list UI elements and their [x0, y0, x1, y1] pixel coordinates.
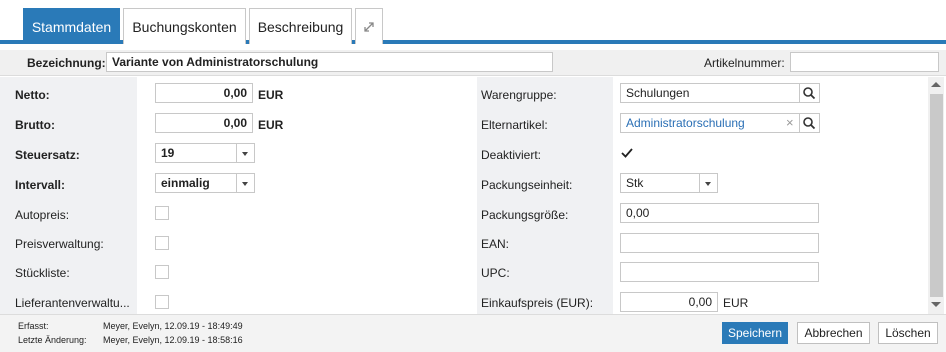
expand-button[interactable] — [355, 8, 383, 44]
tab-label: Stammdaten — [31, 18, 112, 35]
chevron-down-icon[interactable] — [237, 173, 255, 193]
brutto-unit: EUR — [258, 118, 284, 132]
ean-input[interactable] — [620, 233, 819, 253]
bezeichnung-row: Bezeichnung: Variante von Administrators… — [0, 50, 946, 76]
bezeichnung-input[interactable]: Variante von Administratorschulung — [106, 52, 553, 72]
cancel-button[interactable]: Abbrechen — [797, 322, 870, 344]
lieferantenverwaltung-label: Lieferantenverwaltu... — [15, 296, 130, 310]
autopreis-checkbox[interactable] — [155, 206, 169, 220]
einkaufspreis-input[interactable]: 0,00 — [620, 292, 718, 312]
upc-label: UPC: — [481, 266, 510, 280]
packungseinheit-label: Packungseinheit: — [481, 178, 573, 192]
expand-icon — [364, 21, 374, 32]
brutto-label: Brutto: — [15, 118, 55, 132]
elternartikel-input[interactable]: Administratorschulung — [620, 113, 800, 133]
chevron-down-icon[interactable] — [700, 173, 718, 193]
netto-unit: EUR — [258, 88, 284, 102]
tab-stammdaten[interactable]: Stammdaten — [23, 8, 120, 44]
elternartikel-search-button[interactable] — [800, 113, 820, 133]
bezeichnung-label: Bezeichnung: — [27, 56, 106, 70]
lieferantenverwaltung-checkbox[interactable] — [155, 295, 169, 309]
artikelnummer-label: Artikelnummer: — [704, 56, 785, 70]
search-icon — [803, 87, 816, 100]
einkaufspreis-label: Einkaufspreis (EUR): — [481, 296, 594, 310]
tab-buchungskonten[interactable]: Buchungskonten — [123, 8, 246, 44]
packungsgroesse-input[interactable]: 0,00 — [620, 203, 819, 223]
stueckliste-checkbox[interactable] — [155, 265, 169, 279]
erfasst-value: Meyer, Evelyn, 12.09.19 - 18:49:49 — [103, 321, 243, 331]
scroll-down-icon[interactable] — [931, 302, 941, 307]
warengruppe-input[interactable]: Schulungen — [620, 83, 800, 103]
steuersatz-label: Steuersatz: — [15, 148, 80, 162]
netto-input[interactable]: 0,00 — [155, 83, 253, 103]
artikelnummer-input[interactable] — [790, 52, 939, 72]
autopreis-label: Autopreis: — [15, 208, 70, 222]
delete-button[interactable]: Löschen — [878, 322, 938, 344]
upc-input[interactable] — [620, 262, 819, 282]
tab-beschreibung[interactable]: Beschreibung — [249, 8, 352, 44]
scrollbar-thumb[interactable] — [930, 94, 943, 297]
chevron-down-icon[interactable] — [237, 143, 255, 163]
tab-label: Buchungskonten — [132, 18, 237, 35]
tab-bar: Stammdaten Buchungskonten Beschreibung — [0, 0, 946, 44]
checkmark-icon — [621, 148, 633, 158]
netto-label: Netto: — [15, 88, 50, 102]
packungsgroesse-label: Packungsgröße: — [481, 208, 569, 222]
clear-icon[interactable]: × — [786, 115, 794, 130]
letzte-aenderung-label: Letzte Änderung: — [18, 335, 87, 345]
einkaufspreis-unit: EUR — [723, 296, 749, 310]
packungseinheit-select[interactable]: Stk — [620, 173, 700, 193]
erfasst-label: Erfasst: — [18, 321, 49, 331]
footer-bar: Erfasst: Meyer, Evelyn, 12.09.19 - 18:49… — [0, 314, 946, 352]
ean-label: EAN: — [481, 237, 510, 251]
intervall-select[interactable]: einmalig — [155, 173, 237, 193]
warengruppe-label: Warengruppe: — [481, 88, 557, 102]
search-icon — [803, 117, 816, 130]
warengruppe-search-button[interactable] — [800, 83, 820, 103]
scroll-up-icon[interactable] — [931, 82, 941, 87]
deaktiviert-label: Deaktiviert: — [481, 148, 542, 162]
preisverwaltung-label: Preisverwaltung: — [15, 237, 104, 251]
brutto-input[interactable]: 0,00 — [155, 113, 253, 133]
save-button[interactable]: Speichern — [722, 322, 788, 344]
tab-label: Beschreibung — [257, 18, 344, 35]
preisverwaltung-checkbox[interactable] — [155, 236, 169, 250]
steuersatz-select[interactable]: 19 — [155, 143, 237, 163]
letzte-aenderung-value: Meyer, Evelyn, 12.09.19 - 18:58:16 — [103, 335, 243, 345]
intervall-label: Intervall: — [15, 178, 66, 192]
deaktiviert-checkbox[interactable] — [620, 146, 634, 160]
stueckliste-label: Stückliste: — [15, 266, 70, 280]
elternartikel-label: Elternartikel: — [481, 118, 548, 132]
